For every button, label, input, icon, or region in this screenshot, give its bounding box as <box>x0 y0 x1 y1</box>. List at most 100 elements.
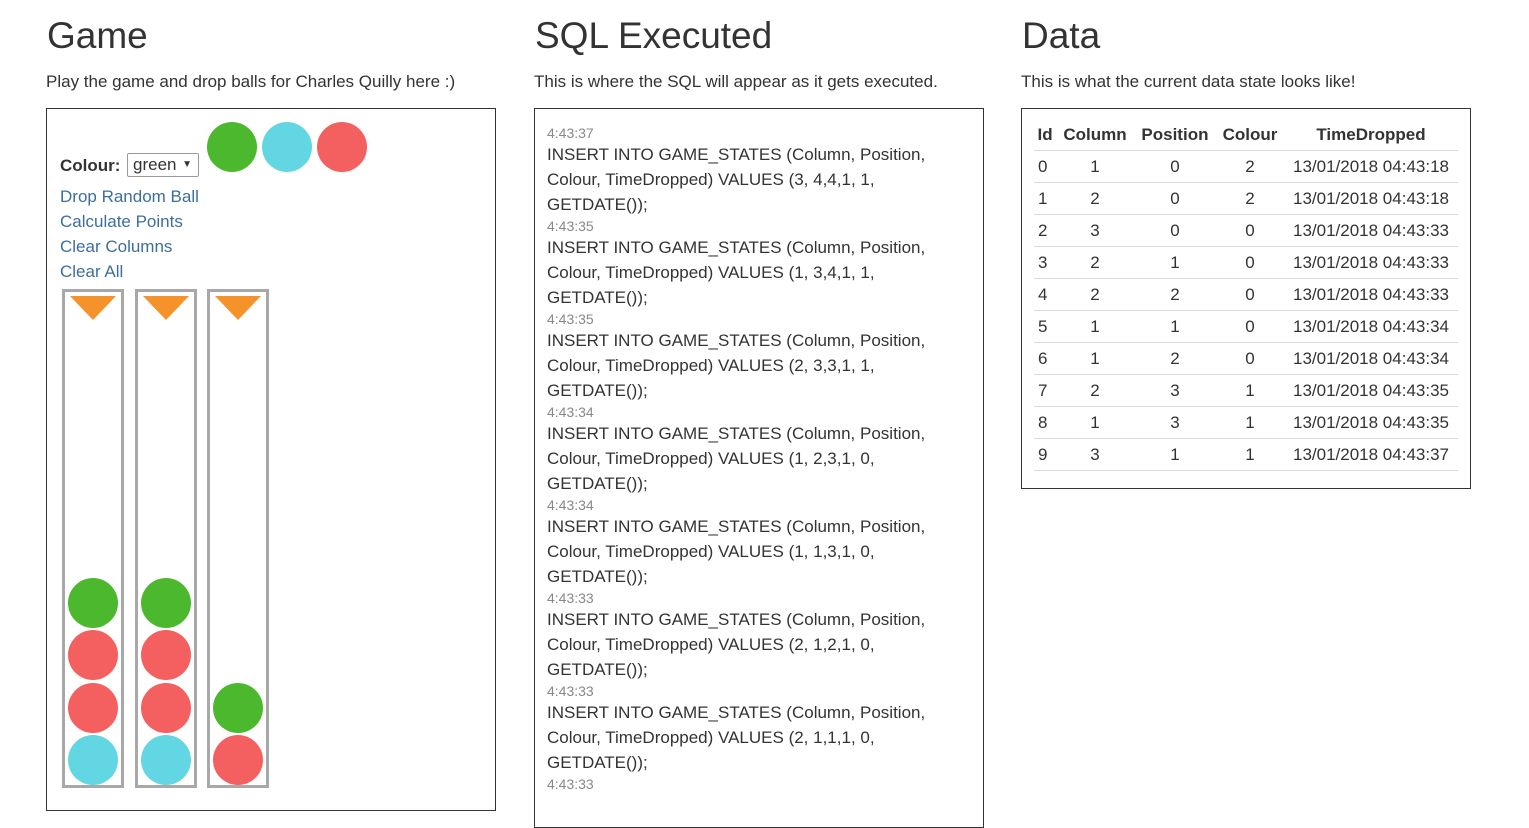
table-cell: 1 <box>1056 342 1134 375</box>
table-cell: 0 <box>1034 150 1057 183</box>
table-row: 4 2 2 0 13/01/2018 04:43:33 <box>1034 278 1458 311</box>
table-cell: 13/01/2018 04:43:33 <box>1284 246 1458 279</box>
table-cell: 0 <box>1216 310 1284 343</box>
table-cell: 3 <box>1056 214 1134 247</box>
colour-select-value: green <box>133 155 177 174</box>
ball-green <box>141 577 191 628</box>
data-table: Id Column Position Colour TimeDropped 01… <box>1034 124 1458 471</box>
table-cell: 13/01/2018 04:43:33 <box>1284 214 1458 247</box>
sql-log-query: INSERT INTO GAME_STATES (Column, Positio… <box>547 331 926 400</box>
ball-green <box>213 682 263 733</box>
table-cell: 9 <box>1034 438 1057 471</box>
table-row: 6 1 2 0 13/01/2018 04:43:34 <box>1034 342 1458 375</box>
sql-log-time: 4:43:33 <box>547 683 594 699</box>
sql-log-entry: 4:43:33 INSERT INTO GAME_STATES (Column, … <box>547 682 957 775</box>
table-cell: 3 <box>1034 246 1057 279</box>
table-cell: 2 <box>1034 214 1057 247</box>
sql-log-time: 4:43:35 <box>547 218 594 234</box>
table-cell: 7 <box>1034 374 1057 407</box>
table-cell: 1 <box>1056 150 1134 183</box>
sql-log-query: INSERT INTO GAME_STATES (Column, Positio… <box>547 517 926 586</box>
ball-green <box>68 577 118 628</box>
sql-log-entry: 4:43:33 <box>547 775 957 793</box>
table-row: 7 2 3 1 13/01/2018 04:43:35 <box>1034 374 1458 407</box>
ball-red <box>213 735 263 785</box>
table-cell: 2 <box>1056 278 1134 311</box>
table-row: 5 1 1 0 13/01/2018 04:43:34 <box>1034 310 1458 343</box>
sql-subtitle: This is where the SQL will appear as it … <box>534 72 938 91</box>
table-cell: 3 <box>1133 374 1217 407</box>
table-row: 1 2 0 2 13/01/2018 04:43:18 <box>1034 182 1458 215</box>
table-cell: 6 <box>1034 342 1057 375</box>
game-column-3[interactable] <box>207 289 269 788</box>
data-subtitle: This is what the current data state look… <box>1021 72 1356 91</box>
data-panel: Id Column Position Colour TimeDropped 01… <box>1021 108 1471 489</box>
clear-columns-link[interactable]: Clear Columns <box>60 237 172 257</box>
table-cell: 8 <box>1034 406 1057 439</box>
ball-red <box>141 630 191 680</box>
table-cell: 13/01/2018 04:43:35 <box>1284 374 1458 407</box>
data-title: Data <box>1022 15 1101 56</box>
game-subtitle: Play the game and drop balls for Charles… <box>46 72 456 91</box>
ball-red <box>68 682 118 733</box>
game-title: Game <box>47 15 148 56</box>
sql-log-time: 4:43:35 <box>547 311 594 327</box>
table-cell: 0 <box>1216 342 1284 375</box>
table-cell: 13/01/2018 04:43:18 <box>1284 150 1458 183</box>
header-time-dropped: TimeDropped <box>1316 125 1426 144</box>
sql-log-query: INSERT INTO GAME_STATES (Column, Positio… <box>547 703 926 772</box>
ball-red <box>68 630 118 680</box>
calculate-points-link[interactable]: Calculate Points <box>60 212 183 232</box>
sql-log-query: INSERT INTO GAME_STATES (Column, Positio… <box>547 238 926 307</box>
swatch-red[interactable] <box>317 122 367 172</box>
swatch-cyan[interactable] <box>262 122 312 172</box>
sql-log-entry: 4:43:35 INSERT INTO GAME_STATES (Column, … <box>547 217 957 310</box>
sql-log-panel[interactable]: 4:43:37 INSERT INTO GAME_STATES (Column, … <box>534 108 984 828</box>
table-cell: 1 <box>1034 182 1057 215</box>
table-cell: 2 <box>1056 246 1134 279</box>
table-cell: 3 <box>1056 438 1134 471</box>
table-cell: 1 <box>1216 406 1284 439</box>
sql-log-entry: 4:43:35 INSERT INTO GAME_STATES (Column, … <box>547 310 957 403</box>
table-cell: 1 <box>1216 438 1284 471</box>
table-cell: 1 <box>1133 310 1217 343</box>
game-panel: Colour: green ▼ Drop Random Ball Calcula… <box>46 108 496 811</box>
table-cell: 13/01/2018 04:43:35 <box>1284 406 1458 439</box>
drop-arrow-icon[interactable] <box>215 296 261 320</box>
table-row: 2 3 0 0 13/01/2018 04:43:33 <box>1034 214 1458 247</box>
table-cell: 2 <box>1216 150 1284 183</box>
table-cell: 0 <box>1133 150 1217 183</box>
table-row: 9 3 1 1 13/01/2018 04:43:37 <box>1034 438 1458 471</box>
sql-log-entry: 4:43:37 INSERT INTO GAME_STATES (Column, … <box>547 124 957 217</box>
chevron-down-icon: ▼ <box>182 159 192 170</box>
sql-log-entry: 4:43:34 INSERT INTO GAME_STATES (Column, … <box>547 496 957 589</box>
table-cell: 2 <box>1056 374 1134 407</box>
sql-log-time: 4:43:37 <box>547 125 594 141</box>
table-cell: 0 <box>1216 214 1284 247</box>
drop-random-ball-link[interactable]: Drop Random Ball <box>60 187 199 207</box>
game-column-2[interactable] <box>135 289 197 788</box>
table-cell: 4 <box>1034 278 1057 311</box>
drop-arrow-icon[interactable] <box>70 296 116 320</box>
drop-arrow-icon[interactable] <box>143 296 189 320</box>
table-cell: 1 <box>1133 246 1217 279</box>
sql-log-entry: 4:43:33 INSERT INTO GAME_STATES (Column, … <box>547 589 957 682</box>
game-column-1[interactable] <box>62 289 124 788</box>
header-position: Position <box>1141 125 1209 144</box>
swatch-green[interactable] <box>207 122 257 172</box>
clear-all-link[interactable]: Clear All <box>60 262 123 282</box>
table-cell: 2 <box>1056 182 1134 215</box>
sql-log-time: 4:43:34 <box>547 497 594 513</box>
table-cell: 5 <box>1034 310 1057 343</box>
sql-title: SQL Executed <box>535 15 773 56</box>
sql-log: 4:43:37 INSERT INTO GAME_STATES (Column, … <box>547 124 957 793</box>
sql-log-entry: 4:43:34 INSERT INTO GAME_STATES (Column, … <box>547 403 957 496</box>
table-cell: 13/01/2018 04:43:18 <box>1284 182 1458 215</box>
table-cell: 3 <box>1133 406 1217 439</box>
table-cell: 13/01/2018 04:43:34 <box>1284 310 1458 343</box>
table-cell: 0 <box>1133 214 1217 247</box>
table-cell: 2 <box>1133 342 1217 375</box>
colour-select[interactable]: green ▼ <box>127 153 199 177</box>
table-cell: 2 <box>1216 182 1284 215</box>
colour-label: Colour: <box>60 156 121 175</box>
